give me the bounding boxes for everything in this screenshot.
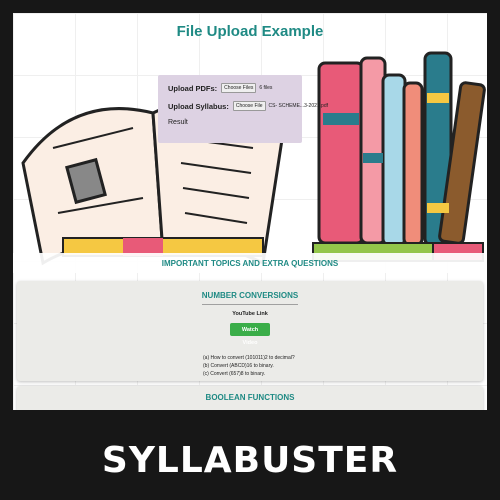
section-title: NUMBER CONVERSIONS bbox=[201, 291, 299, 300]
topics-banner: IMPORTANT TOPICS AND EXTRA QUESTIONS bbox=[13, 253, 487, 273]
list-item: (a) How to convert (101011)2 to decimal? bbox=[203, 355, 295, 361]
upload-form: Upload PDFs: Choose Files 6 files Upload… bbox=[158, 75, 328, 143]
youtube-link-label: YouTube Link bbox=[232, 311, 268, 317]
app-frame: File Upload Example Upload PDFs: Choose … bbox=[13, 13, 487, 410]
pdfs-file-count: 6 files bbox=[259, 85, 273, 91]
syllabus-file-name: CS- SCHEME...3-2021.pdf bbox=[268, 103, 328, 109]
upload-pdfs-row: Upload PDFs: Choose Files 6 files bbox=[168, 83, 292, 93]
choose-files-button[interactable]: Choose Files bbox=[221, 83, 257, 93]
books-illustration bbox=[21, 51, 486, 266]
watch-video-button[interactable]: Watch Video bbox=[230, 323, 270, 346]
page-title: File Upload Example bbox=[176, 23, 324, 40]
upload-pdfs-label: Upload PDFs: bbox=[168, 83, 218, 93]
brand-caption: SYLLABUSTER bbox=[101, 440, 399, 481]
upload-syllabus-label: Upload Syllabus: bbox=[168, 101, 229, 111]
result-label: Result bbox=[168, 119, 188, 126]
section-card-boolean-functions: BOOLEAN FUNCTIONS bbox=[17, 386, 483, 410]
section-title: BOOLEAN FUNCTIONS bbox=[205, 393, 295, 402]
divider bbox=[202, 304, 298, 305]
bookshelf-illustration bbox=[312, 51, 486, 262]
question-list: (a) How to convert (101011)2 to decimal?… bbox=[203, 354, 295, 378]
upload-syllabus-row: Upload Syllabus: Choose File CS- SCHEME.… bbox=[168, 101, 328, 111]
list-item: (b) Convert (ABCD)16 to binary. bbox=[203, 363, 274, 369]
section-card-number-conversions: NUMBER CONVERSIONS YouTube Link Watch Vi… bbox=[17, 281, 483, 381]
choose-file-button[interactable]: Choose File bbox=[232, 101, 266, 111]
list-item: (c) Convert (657)8 to binary. bbox=[203, 371, 266, 377]
